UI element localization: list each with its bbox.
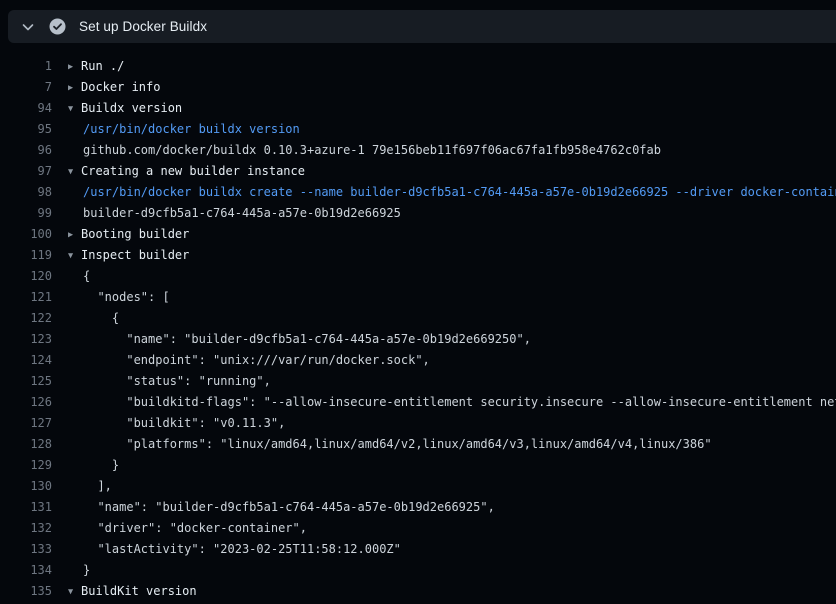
line-number[interactable]: 134 <box>0 560 52 581</box>
log-row: 131 "name": "builder-d9cfb5a1-c764-445a-… <box>0 497 836 518</box>
line-number[interactable]: 129 <box>0 455 52 476</box>
log-row: 99 builder-d9cfb5a1-c764-445a-a57e-0b19d… <box>0 203 836 224</box>
log-row: 129 } <box>0 455 836 476</box>
line-number[interactable]: 132 <box>0 518 52 539</box>
log-line-text: "name": "builder-d9cfb5a1-c764-445a-a57e… <box>68 497 495 518</box>
group-title: Creating a new builder instance <box>81 164 305 178</box>
log-row[interactable]: 119 ▼Inspect builder <box>0 245 836 266</box>
triangle-down-icon[interactable]: ▼ <box>68 246 81 267</box>
group-title: Run ./ <box>81 59 124 73</box>
line-number[interactable]: 124 <box>0 350 52 371</box>
log-group-header: ▼Inspect builder <box>68 245 189 266</box>
group-title: Buildx version <box>81 101 182 115</box>
line-number[interactable]: 119 <box>0 245 52 266</box>
log-row[interactable]: 1 ▶Run ./ <box>0 56 836 77</box>
line-number[interactable]: 120 <box>0 266 52 287</box>
log-line-text: { <box>68 266 90 287</box>
step-title: Set up Docker Buildx <box>79 19 207 34</box>
log-row[interactable]: 97 ▼Creating a new builder instance <box>0 161 836 182</box>
group-title: Docker info <box>81 80 160 94</box>
line-number[interactable]: 123 <box>0 329 52 350</box>
log-row[interactable]: 94 ▼Buildx version <box>0 98 836 119</box>
step-header[interactable]: Set up Docker Buildx <box>8 10 836 43</box>
triangle-right-icon[interactable]: ▶ <box>68 57 81 78</box>
group-title: BuildKit version <box>81 584 197 598</box>
log-line-text: github.com/docker/buildx 0.10.3+azure-1 … <box>68 140 661 161</box>
line-number[interactable]: 121 <box>0 287 52 308</box>
line-number[interactable]: 1 <box>0 56 52 77</box>
log-row: 96 github.com/docker/buildx 0.10.3+azure… <box>0 140 836 161</box>
log-line-text: { <box>68 308 119 329</box>
group-title: Booting builder <box>81 227 189 241</box>
check-circle-icon <box>49 18 66 35</box>
triangle-down-icon[interactable]: ▼ <box>68 99 81 120</box>
log-row: 122 { <box>0 308 836 329</box>
log-line-text: } <box>68 560 90 581</box>
log-row: 127 "buildkit": "v0.11.3", <box>0 413 836 434</box>
triangle-down-icon[interactable]: ▼ <box>68 162 81 183</box>
log-row[interactable]: 7 ▶Docker info <box>0 77 836 98</box>
line-number[interactable]: 96 <box>0 140 52 161</box>
log-line-text: "platforms": "linux/amd64,linux/amd64/v2… <box>68 434 712 455</box>
log-line-text: "buildkitd-flags": "--allow-insecure-ent… <box>68 392 836 413</box>
line-number[interactable]: 133 <box>0 539 52 560</box>
line-number[interactable]: 131 <box>0 497 52 518</box>
log-line-text: /usr/bin/docker buildx version <box>68 119 300 140</box>
line-number[interactable]: 95 <box>0 119 52 140</box>
log-line-text: } <box>68 455 119 476</box>
log-row: 124 "endpoint": "unix:///var/run/docker.… <box>0 350 836 371</box>
line-number[interactable]: 128 <box>0 434 52 455</box>
log-row: 120 { <box>0 266 836 287</box>
log-row: 130 ], <box>0 476 836 497</box>
log-row: 123 "name": "builder-d9cfb5a1-c764-445a-… <box>0 329 836 350</box>
log-line-text: "driver": "docker-container", <box>68 518 307 539</box>
line-number[interactable]: 99 <box>0 203 52 224</box>
log-line-text: /usr/bin/docker buildx create --name bui… <box>68 182 836 203</box>
log-line-text: ], <box>68 476 112 497</box>
line-number[interactable]: 98 <box>0 182 52 203</box>
log-line-text: "status": "running", <box>68 371 271 392</box>
log-row[interactable]: 100 ▶Booting builder <box>0 224 836 245</box>
log-line-text: "lastActivity": "2023-02-25T11:58:12.000… <box>68 539 401 560</box>
line-number[interactable]: 135 <box>0 581 52 602</box>
line-number[interactable]: 130 <box>0 476 52 497</box>
line-number[interactable]: 7 <box>0 77 52 98</box>
log-line-text: builder-d9cfb5a1-c764-445a-a57e-0b19d2e6… <box>68 203 401 224</box>
log-console: 1 ▶Run ./ 7 ▶Docker info 94 ▼Buildx vers… <box>0 43 836 604</box>
log-line-text: "buildkit": "v0.11.3", <box>68 413 285 434</box>
log-row: 133 "lastActivity": "2023-02-25T11:58:12… <box>0 539 836 560</box>
log-row[interactable]: 135 ▼BuildKit version <box>0 581 836 602</box>
log-row: 126 "buildkitd-flags": "--allow-insecure… <box>0 392 836 413</box>
log-group-header: ▶Docker info <box>68 77 160 98</box>
log-group-header: ▶Run ./ <box>68 56 124 77</box>
group-title: Inspect builder <box>81 248 189 262</box>
log-line-text: "endpoint": "unix:///var/run/docker.sock… <box>68 350 430 371</box>
log-line-text: "name": "builder-d9cfb5a1-c764-445a-a57e… <box>68 329 531 350</box>
log-group-header: ▼BuildKit version <box>68 581 197 602</box>
chevron-down-icon[interactable] <box>21 20 35 34</box>
log-row: 121 "nodes": [ <box>0 287 836 308</box>
line-number[interactable]: 94 <box>0 98 52 119</box>
triangle-right-icon[interactable]: ▶ <box>68 78 81 99</box>
log-row: 125 "status": "running", <box>0 371 836 392</box>
line-number[interactable]: 127 <box>0 413 52 434</box>
log-group-header: ▼Buildx version <box>68 98 182 119</box>
log-row: 132 "driver": "docker-container", <box>0 518 836 539</box>
log-line-text: "nodes": [ <box>68 287 170 308</box>
triangle-right-icon[interactable]: ▶ <box>68 225 81 246</box>
line-number[interactable]: 125 <box>0 371 52 392</box>
log-row: 95 /usr/bin/docker buildx version <box>0 119 836 140</box>
line-number[interactable]: 100 <box>0 224 52 245</box>
log-group-header: ▶Booting builder <box>68 224 189 245</box>
line-number[interactable]: 126 <box>0 392 52 413</box>
log-row: 134 } <box>0 560 836 581</box>
log-row: 128 "platforms": "linux/amd64,linux/amd6… <box>0 434 836 455</box>
log-row: 98 /usr/bin/docker buildx create --name … <box>0 182 836 203</box>
log-group-header: ▼Creating a new builder instance <box>68 161 305 182</box>
line-number[interactable]: 122 <box>0 308 52 329</box>
triangle-down-icon[interactable]: ▼ <box>68 582 81 603</box>
line-number[interactable]: 97 <box>0 161 52 182</box>
